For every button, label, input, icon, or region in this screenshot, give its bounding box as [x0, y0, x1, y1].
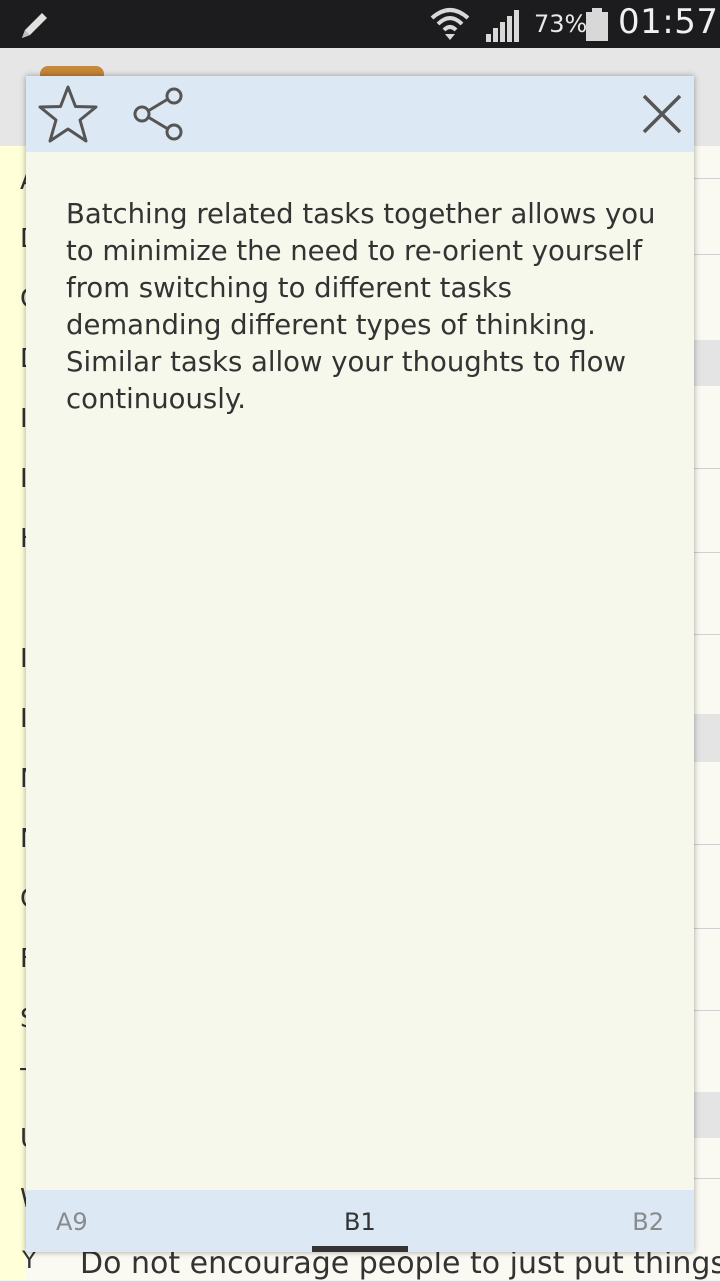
star-icon[interactable]	[36, 84, 100, 148]
share-icon[interactable]	[130, 86, 186, 146]
pencil-icon	[18, 8, 52, 46]
background-row-divider	[694, 1010, 720, 1011]
background-row-divider	[694, 552, 720, 553]
background-row-divider	[694, 928, 720, 929]
background-row-shade	[694, 1092, 720, 1138]
background-row-divider	[694, 844, 720, 845]
close-icon[interactable]	[640, 92, 684, 140]
background-row-divider	[694, 254, 720, 255]
signal-icon	[486, 10, 520, 46]
tab-next[interactable]: B2	[632, 1208, 664, 1236]
background-row-shade	[694, 714, 720, 762]
dialog-header	[26, 76, 694, 152]
tab-previous[interactable]: A9	[56, 1208, 88, 1236]
dialog-footer-tabs: A9 B1 B2	[26, 1190, 694, 1252]
tip-text: Batching related tasks together allows y…	[66, 198, 656, 415]
background-row-divider	[694, 634, 720, 635]
background-row-divider	[694, 1178, 720, 1179]
tab-current[interactable]: B1	[344, 1208, 376, 1236]
background-row-divider	[694, 468, 720, 469]
background-row-shade	[694, 340, 720, 386]
status-bar: 73% 01:57	[0, 0, 720, 48]
clock: 01:57	[618, 2, 719, 42]
wifi-icon	[430, 6, 470, 46]
background-row-divider	[694, 178, 720, 179]
tip-dialog: Batching related tasks together allows y…	[26, 76, 694, 1252]
tab-indicator	[312, 1246, 408, 1252]
battery-icon	[585, 8, 609, 46]
battery-percent: 73%	[534, 10, 588, 38]
